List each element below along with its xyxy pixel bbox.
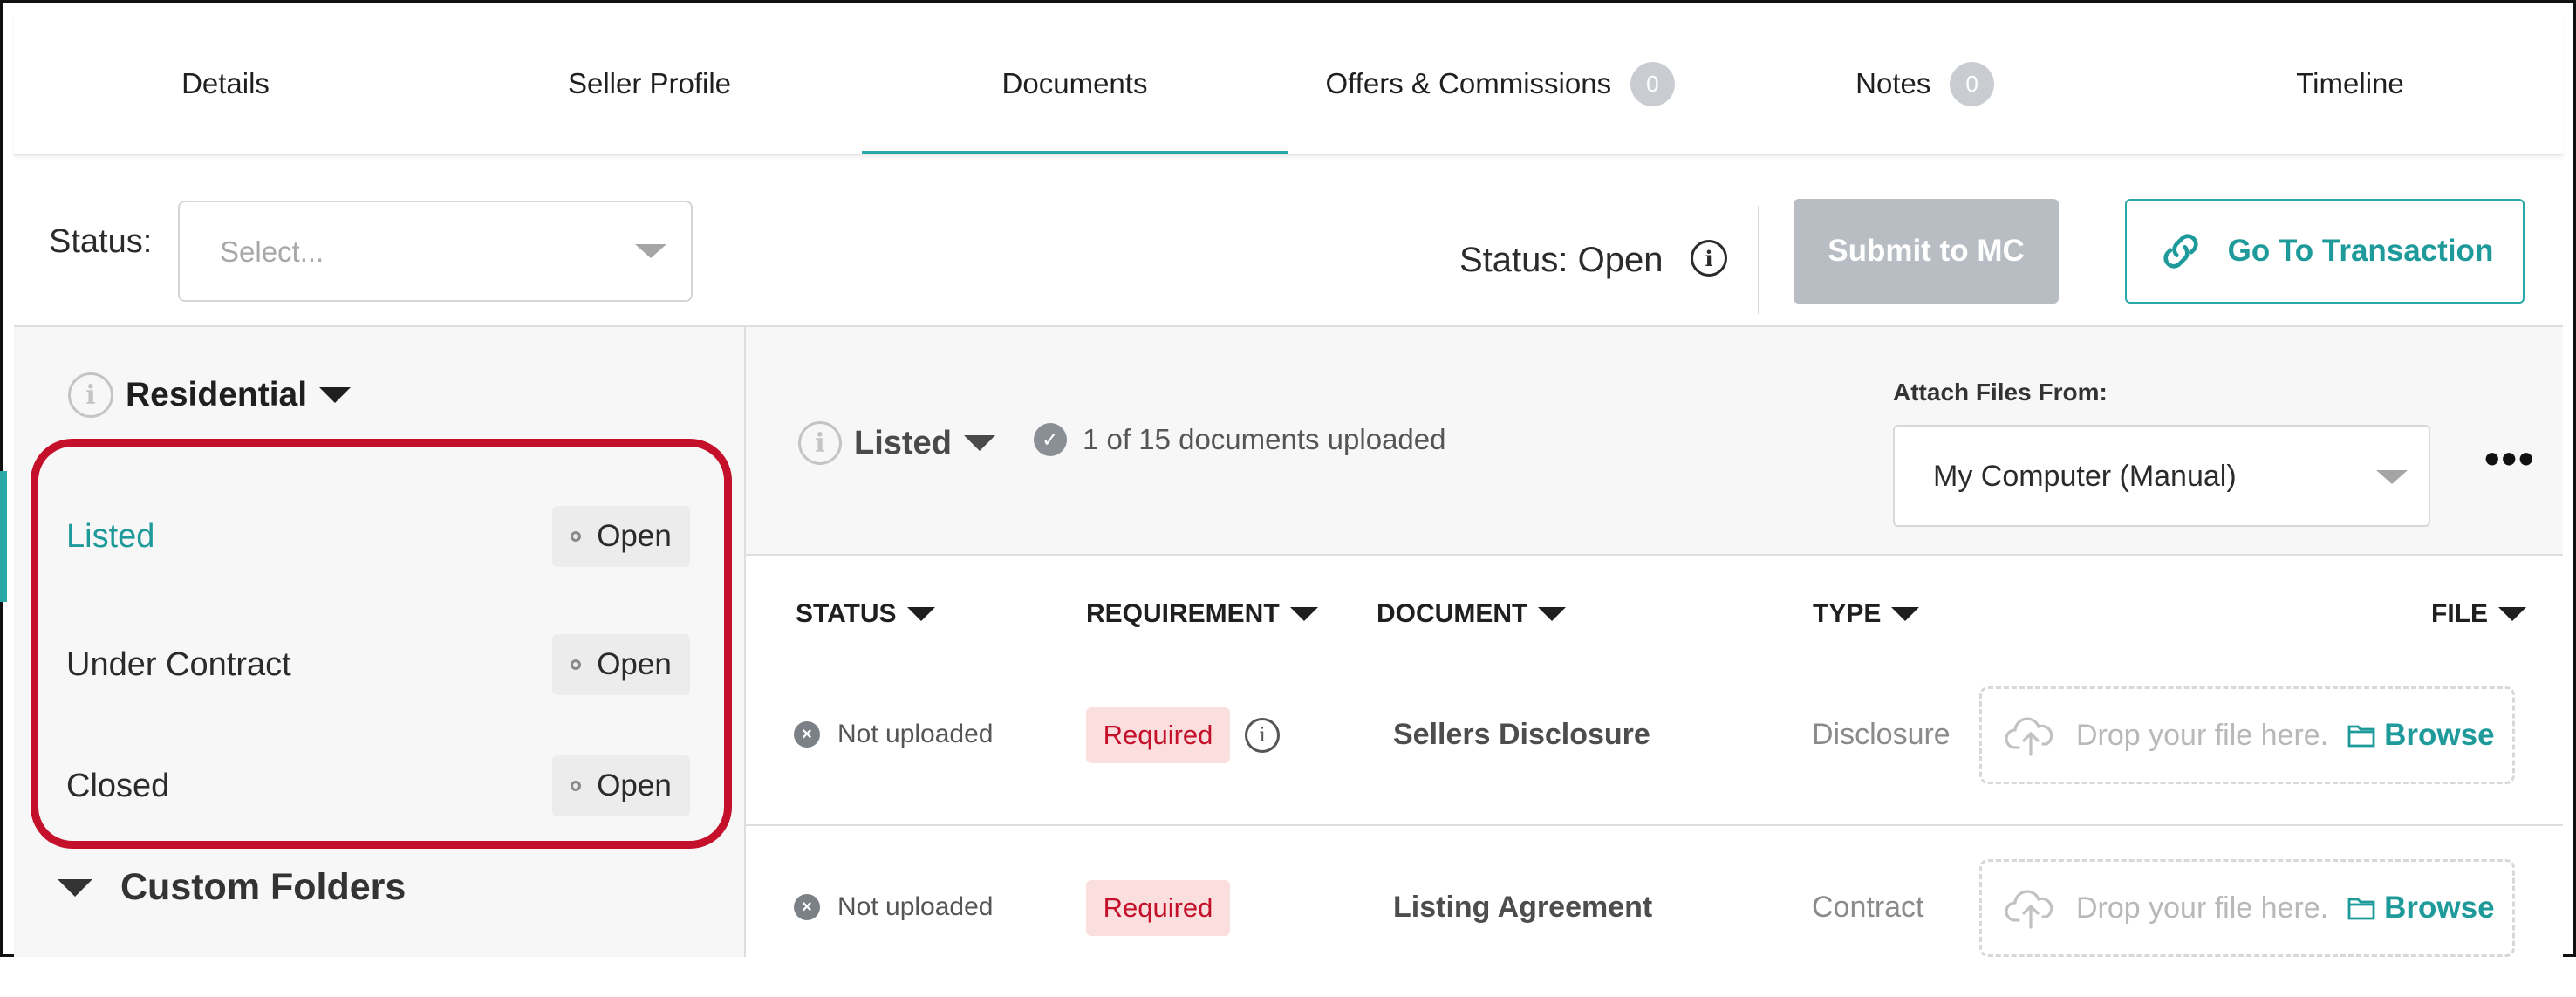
app-window: Details Seller Profile Documents Offers … — [0, 14, 2563, 957]
caret-down-icon — [58, 878, 92, 897]
go-to-transaction-button[interactable]: Go To Transaction — [2125, 199, 2525, 304]
group-label: Residential — [126, 376, 308, 413]
caret-down-icon — [1891, 607, 1920, 621]
status-label: Status: — [49, 223, 153, 260]
column-header-document[interactable]: DOCUMENT — [1377, 599, 1567, 629]
count-badge: 0 — [1950, 61, 1994, 106]
caret-down-icon — [906, 607, 935, 621]
requirement-text: Required — [1103, 892, 1213, 923]
column-header-file[interactable]: FILE — [2431, 599, 2526, 629]
info-icon: i — [68, 372, 113, 418]
info-icon[interactable]: i — [1245, 718, 1280, 753]
column-label: TYPE — [1813, 599, 1882, 628]
column-header-type[interactable]: TYPE — [1813, 599, 1920, 629]
x-circle-icon: × — [794, 894, 820, 920]
browse-label: Browse — [2384, 891, 2495, 925]
status-cell: × Not uploaded — [794, 720, 993, 749]
folder-label: Listed — [854, 424, 952, 461]
status-text: Not uploaded — [837, 720, 994, 748]
required-badge: Required — [1086, 880, 1230, 936]
column-label: DOCUMENT — [1377, 599, 1528, 628]
tab-label: Notes — [1855, 67, 1931, 99]
cloud-upload-icon — [2005, 890, 2053, 929]
file-drop-zone[interactable]: Drop your file here. Browse — [1979, 859, 2515, 957]
tab-offers-commissions[interactable]: Offers & Commissions 0 — [1288, 14, 1712, 154]
tab-seller-profile[interactable]: Seller Profile — [437, 14, 862, 154]
browse-link[interactable]: Browse — [2347, 891, 2495, 925]
attach-source-select[interactable]: My Computer (Manual) — [1893, 425, 2430, 527]
cloud-upload-icon — [2005, 717, 2053, 756]
annotation-highlight — [31, 439, 732, 849]
count-badge: 0 — [1630, 61, 1675, 106]
status-cell: × Not uploaded — [794, 892, 993, 922]
browse-link[interactable]: Browse — [2347, 718, 2495, 753]
tab-bar: Details Seller Profile Documents Offers … — [14, 14, 2563, 155]
folder-icon — [2347, 898, 2375, 920]
caret-down-icon — [635, 244, 666, 258]
table-row: × Not uploaded Required i Sellers Disclos… — [746, 659, 2563, 826]
drop-text: Drop your file here. — [2076, 718, 2329, 752]
folder-icon — [2347, 725, 2375, 748]
attach-source-value: My Computer (Manual) — [1933, 460, 2237, 493]
column-label: FILE — [2431, 599, 2488, 628]
transaction-status: Status: Open — [1459, 241, 1664, 279]
submit-to-mc-button[interactable]: Submit to MC — [1794, 199, 2059, 304]
x-circle-icon: × — [794, 721, 820, 748]
requirement-text: Required — [1103, 720, 1213, 750]
upload-count-text: 1 of 15 documents uploaded — [1083, 423, 1446, 455]
folder-dropdown[interactable]: i Listed — [798, 421, 995, 465]
custom-folders-label: Custom Folders — [120, 866, 407, 908]
tab-label: Documents — [1001, 67, 1148, 99]
caret-down-icon — [2376, 470, 2408, 484]
button-label: Submit to MC — [1828, 234, 2025, 268]
residential-dropdown[interactable]: i Residential — [68, 372, 352, 418]
documents-panel: i Listed ✓ 1 of 15 documents uploaded At… — [746, 327, 2563, 957]
status-select[interactable]: Select... — [178, 201, 693, 302]
active-tab-indicator — [862, 151, 1288, 154]
caret-down-icon — [319, 387, 352, 403]
tab-details[interactable]: Details — [14, 14, 437, 154]
caret-down-icon — [1289, 607, 1318, 621]
status-text: Not uploaded — [837, 892, 994, 921]
tab-timeline[interactable]: Timeline — [2137, 14, 2563, 154]
caret-down-icon — [963, 435, 995, 451]
document-name[interactable]: Sellers Disclosure — [1393, 718, 1650, 752]
select-placeholder: Select... — [220, 236, 325, 268]
caret-down-icon — [1538, 607, 1567, 621]
document-type: Contract — [1812, 891, 1924, 924]
drop-text: Drop your file here. — [2076, 891, 2329, 925]
tab-label: Seller Profile — [567, 67, 732, 99]
tab-label: Timeline — [2296, 67, 2404, 99]
button-label: Go To Transaction — [2227, 234, 2494, 268]
column-header-requirement[interactable]: REQUIREMENT — [1086, 599, 1318, 629]
status-toolbar: Status: Select... Status: Open i Submit … — [14, 155, 2563, 327]
tab-notes[interactable]: Notes 0 — [1712, 14, 2137, 154]
upload-progress: ✓ 1 of 15 documents uploaded — [1034, 423, 1445, 456]
custom-folders-toggle[interactable]: Custom Folders — [58, 866, 406, 909]
required-badge: Required — [1086, 707, 1230, 763]
document-type: Disclosure — [1812, 718, 1951, 751]
info-icon[interactable]: i — [1691, 240, 1727, 277]
check-circle-icon: ✓ — [1034, 423, 1067, 456]
attach-files-label: Attach Files From: — [1893, 379, 2108, 406]
tab-label: Offers & Commissions — [1325, 67, 1612, 99]
documents-header: i Listed ✓ 1 of 15 documents uploaded At… — [746, 327, 2563, 556]
link-icon — [2163, 234, 2198, 269]
browse-label: Browse — [2384, 718, 2495, 752]
table-row: × Not uploaded Required Listing Agreement… — [746, 831, 2563, 997]
column-header-status[interactable]: STATUS — [796, 599, 935, 629]
active-indicator — [0, 471, 7, 602]
info-icon: i — [798, 421, 842, 465]
file-drop-zone[interactable]: Drop your file here. Browse — [1979, 686, 2515, 784]
column-label: STATUS — [796, 599, 897, 628]
document-name[interactable]: Listing Agreement — [1393, 891, 1652, 925]
tab-documents[interactable]: Documents — [862, 14, 1288, 154]
more-icon[interactable]: ••• — [2484, 434, 2536, 484]
column-label: REQUIREMENT — [1086, 599, 1280, 628]
divider — [1758, 206, 1759, 314]
caret-down-icon — [2498, 607, 2526, 621]
tab-label: Details — [181, 67, 270, 99]
